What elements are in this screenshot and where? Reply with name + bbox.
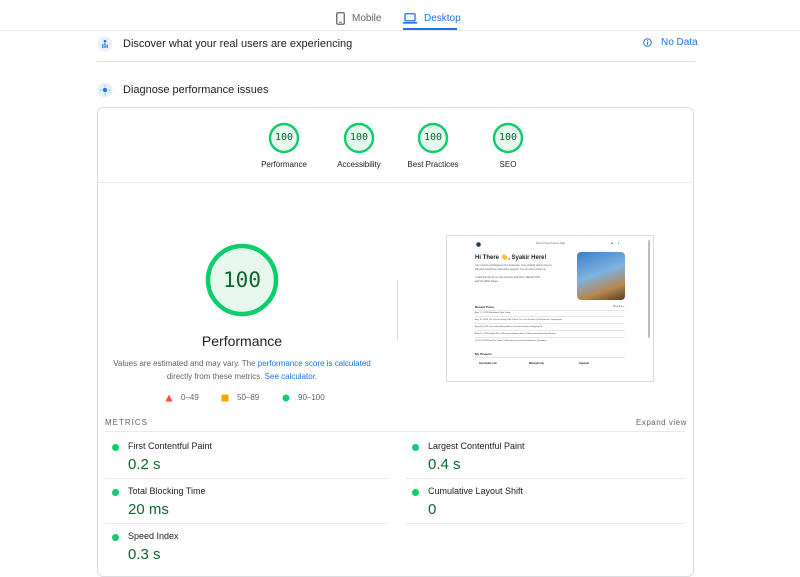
pass-circle-icon (412, 489, 419, 496)
triangle-fail-icon (165, 394, 173, 401)
legend-pass: 90–100 (282, 393, 325, 402)
expand-view-button[interactable]: Expand view (636, 418, 687, 427)
metrics-row-rule (105, 523, 388, 524)
thumb-post-3: Aug 09, 2023 Learn about Astro Ahead, Sc… (475, 326, 543, 328)
gauge-seo-score: 100 (498, 132, 518, 143)
gauge-seo[interactable]: 100 (492, 122, 524, 154)
metric-tbt-name: Total Blocking Time (128, 486, 206, 496)
legend-pass-label: 90–100 (298, 393, 325, 402)
metric-si-name: Speed Index (128, 531, 179, 541)
laptop-icon (403, 12, 417, 24)
author-photo (577, 252, 625, 300)
metric-cls-value: 0 (428, 501, 437, 518)
gauge-accessibility-score: 100 (349, 132, 369, 143)
legend-average: 50–89 (221, 393, 259, 402)
performance-gauge-large: 100 (205, 243, 279, 317)
metrics-row-rule (105, 478, 388, 479)
phone-icon (336, 11, 345, 25)
legend-fail-label: 0–49 (181, 393, 199, 402)
crux-users-icon (97, 36, 113, 52)
thumb-rule (475, 337, 625, 338)
lab-data-header: Diagnose performance issues (97, 76, 695, 104)
thumb-post-2: Aug 10, 2023 The Post to Going With: Whe… (475, 319, 563, 321)
tab-desktop[interactable]: Desktop (403, 8, 461, 28)
performance-title: Performance (201, 333, 283, 349)
metric-si-value: 0.3 s (128, 546, 161, 563)
disclaimer-text-2: directly from these metrics. (166, 372, 265, 381)
metrics-top-rule (105, 431, 685, 432)
info-icon (643, 38, 652, 47)
device-tabs: Mobile Desktop (0, 0, 800, 32)
no-data-label: No Data (661, 37, 698, 48)
tab-mobile[interactable]: Mobile (336, 8, 381, 28)
no-data-indicator[interactable]: No Data (643, 37, 698, 48)
lighthouse-icon (97, 82, 113, 98)
thumb-intro-4: and Cloudflare Pages. (475, 280, 499, 283)
pass-circle-icon (412, 444, 419, 451)
column-divider (397, 280, 398, 340)
thumb-project-3: Syaviuat (579, 362, 589, 365)
gauge-best-practices[interactable]: 100 (417, 122, 449, 154)
thumb-intro-2: blog and sometimes I also share projects… (475, 268, 546, 271)
metric-fcp-name: First Contentful Paint (128, 441, 213, 451)
thumb-rule (475, 310, 625, 311)
lab-data-title: Diagnose performance issues (123, 84, 269, 96)
thumb-rule (475, 316, 625, 317)
metric-lcp-name: Largest Contentful Paint (428, 441, 525, 451)
performance-score-link[interactable]: performance score is calculated (258, 359, 371, 368)
thumb-project-1: Geosmiths.com (479, 362, 497, 365)
thumb-nav: Home Posts Projects Tags (536, 242, 566, 245)
pass-circle-icon (112, 489, 119, 496)
site-logo-icon (476, 242, 481, 247)
metric-fcp-value: 0.2 s (128, 456, 161, 473)
field-data-header: Discover what your real users are experi… (97, 30, 695, 58)
legend-fail: 0–49 (165, 393, 199, 402)
metric-tbt-value: 20 ms (128, 501, 169, 518)
score-disclaimer: Values are estimated and may vary. The p… (112, 357, 372, 383)
thumb-post-1: Aug 17, 2023 Markdown Style Guide (475, 312, 511, 314)
thumb-intro-1: I am a Front-end Engineer from Indonesia… (475, 264, 552, 267)
section-divider (97, 61, 695, 62)
legend-average-label: 50–89 (237, 393, 260, 402)
gauge-accessibility[interactable]: 100 (343, 122, 375, 154)
tab-desktop-label: Desktop (424, 12, 461, 24)
gauge-seo-label: SEO (499, 160, 517, 169)
thumb-post-5: Jul 28, 2023 First Post: How To Become a… (475, 340, 547, 342)
metrics-heading: METRICS (105, 418, 148, 427)
thumb-hero: Hi There 👋, Syakir Here! (475, 255, 547, 261)
pass-circle-icon (112, 444, 119, 451)
tab-mobile-label: Mobile (352, 12, 382, 24)
disclaimer-text-3: . (314, 372, 318, 381)
metrics-row-rule (405, 478, 685, 479)
gauge-performance-score: 100 (274, 132, 294, 143)
disclaimer-text-1: Values are estimated and may vary. The (113, 359, 258, 368)
gauges-divider (97, 182, 694, 183)
thumb-rule (475, 323, 625, 324)
gauge-performance[interactable]: 100 (268, 122, 300, 154)
thumb-my-projects: My Projects (475, 352, 492, 356)
square-average-icon (221, 394, 229, 401)
metric-lcp-value: 0.4 s (428, 456, 461, 473)
thumb-rule (475, 330, 625, 331)
thumb-rule (475, 357, 625, 358)
thumb-project-2: Mahendi Cap (529, 362, 544, 365)
final-screenshot[interactable]: Home Posts Projects Tags ● ◐ Hi There 👋,… (446, 235, 654, 382)
see-calculator-link[interactable]: See calculator (265, 372, 315, 381)
thumb-view-all: All posts » (613, 305, 625, 308)
github-icon: ● (611, 241, 613, 245)
metrics-row-rule (405, 523, 685, 524)
thumb-post-4: Aug 07, 2023 Nightly Pass Whatever Updat… (475, 333, 556, 335)
field-data-title: Discover what your real users are experi… (123, 38, 353, 50)
gauge-best-practices-score: 100 (423, 132, 443, 143)
theme-toggle-icon: ◐ (618, 241, 620, 245)
thumb-scrollbar (648, 240, 650, 338)
thumb-intro-3: I made this site for my own learning, wi… (475, 276, 541, 279)
thumb-recent-posts: Recent Posts (475, 305, 495, 309)
performance-score-large: 100 (223, 268, 261, 292)
metric-cls-name: Cumulative Layout Shift (428, 486, 524, 496)
pass-circle-icon (112, 534, 119, 541)
circle-pass-icon (282, 394, 290, 401)
